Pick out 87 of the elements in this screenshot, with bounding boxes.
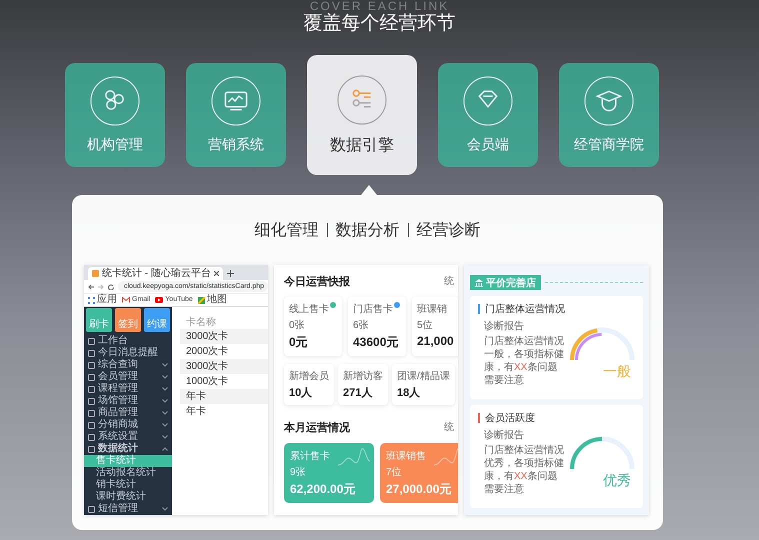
stat-value: 21,000 — [417, 334, 455, 348]
menu-item[interactable]: 商品管理 — [84, 407, 172, 419]
section-title: 今日运营快报 — [284, 274, 350, 288]
background-heading: COVER EACH LINK — [310, 0, 450, 12]
report-text: 门店整体运营情况一般，各项指标健康，有XX条问题需要注意 — [484, 335, 565, 387]
close-icon — [214, 271, 219, 276]
circles-icon — [90, 76, 140, 126]
chevron-icon — [162, 447, 168, 451]
stat-value: 18人 — [397, 386, 422, 400]
chevron-icon — [162, 387, 168, 391]
feature-label: 细化管理 — [254, 220, 318, 240]
table-cell: 3000次卡 — [180, 329, 268, 344]
stat-count: 6张 — [353, 318, 370, 332]
chevron-icon — [162, 507, 168, 511]
report-heading: 诊断报告 — [484, 320, 525, 333]
chevron-icon — [162, 363, 168, 367]
stat-value: 10人 — [289, 386, 314, 400]
menu-item-icon — [88, 506, 95, 512]
new-tab-icon[interactable] — [226, 270, 234, 277]
summary-value: 62,200.00元 — [290, 481, 356, 498]
back-icon[interactable] — [88, 284, 94, 290]
stat-value: 0元 — [289, 334, 309, 351]
list-icon — [337, 74, 387, 124]
menu-item[interactable]: 分销商城 — [84, 419, 172, 431]
summary-label: 累计售卡 — [290, 450, 330, 463]
grid-icon — [88, 296, 95, 304]
gauge-label: 优秀 — [603, 471, 631, 489]
menu-item[interactable]: 短信管理 — [84, 503, 172, 515]
stat-label: 新增访客 — [343, 370, 383, 383]
more-link[interactable]: 统 — [444, 274, 454, 288]
play-icon — [155, 297, 164, 303]
bookmark[interactable]: 地图 — [198, 295, 227, 305]
menu-item[interactable]: 数据统计 — [84, 443, 172, 455]
chevron-icon — [162, 399, 168, 403]
reload-icon[interactable] — [108, 284, 114, 290]
module-tab[interactable]: 数据引擎 — [307, 55, 417, 175]
table-cell: 3000次卡 — [180, 359, 268, 374]
feature-label: 数据分析 — [336, 220, 400, 240]
stat-value: 43600元 — [353, 334, 400, 351]
report-text: 门店整体运营情况优秀，各项指标健康，有XX条问题需要注意 — [484, 444, 565, 496]
table-header: 卡名称 — [185, 316, 217, 329]
browser-tab[interactable]: 统卡统计 - 随心瑜云平台 — [88, 267, 223, 280]
more-link[interactable]: 统 — [444, 420, 454, 434]
submenu-item[interactable]: 销卡统计 — [84, 479, 172, 491]
summary-count: 7位 — [386, 466, 402, 479]
stat-count: 5位 — [417, 319, 434, 332]
table-cell: 年卡 — [180, 389, 268, 404]
mail-icon — [122, 297, 130, 303]
menu-item[interactable]: 场馆管理 — [84, 395, 172, 407]
menu-item[interactable]: 会员管理 — [84, 371, 172, 383]
section-title: 本月运营情况 — [284, 420, 350, 434]
menu-item[interactable]: 工作台 — [84, 335, 172, 347]
map-icon — [198, 296, 205, 304]
chevron-icon — [162, 423, 168, 427]
summary-label: 班课销售 — [386, 450, 426, 463]
card-title: 会员活跃度 — [485, 412, 535, 425]
menu-item[interactable]: 综合查询 — [84, 359, 172, 371]
bookmark[interactable]: 应用 — [88, 295, 117, 305]
stat-label: 团课/精品课 — [397, 370, 450, 383]
gauge-drawing — [569, 435, 635, 471]
chart-monitor-icon — [211, 76, 261, 126]
stat-label: 门店售卡 — [353, 302, 394, 316]
chevron-icon — [162, 375, 168, 379]
chevron-icon — [162, 411, 168, 415]
section-title: 覆盖每个经营环节 — [304, 12, 456, 36]
graduation-cap-icon — [584, 76, 634, 126]
submenu-item[interactable]: 课时费统计 — [84, 491, 172, 503]
store-tag: 平价完善店 — [470, 275, 541, 290]
summary-value: 27,000.00元 — [386, 481, 452, 498]
gauge-label: 一般 — [603, 362, 631, 380]
feature-label: 经营诊断 — [416, 220, 480, 240]
chevron-icon — [162, 435, 168, 439]
stat-label: 线上售卡 — [289, 302, 330, 316]
stat-label: 新增会员 — [289, 370, 329, 383]
summary-count: 9张 — [290, 466, 306, 479]
stat-label: 班课销 — [417, 302, 448, 316]
stat-count: 0张 — [289, 318, 306, 332]
building-icon — [475, 278, 483, 286]
card-title: 门店整体运营情况 — [485, 302, 565, 316]
stat-value: 271人 — [343, 386, 374, 400]
menu-item[interactable]: 今日消息提醒 — [84, 347, 172, 359]
menu-item[interactable]: 课程管理 — [84, 383, 172, 395]
gauge-drawing — [569, 326, 635, 362]
report-heading: 诊断报告 — [484, 429, 525, 442]
submenu-item[interactable]: 活动报名统计 — [84, 467, 172, 479]
menu-item[interactable]: 系统设置 — [84, 431, 172, 443]
favicon-icon — [92, 270, 99, 277]
